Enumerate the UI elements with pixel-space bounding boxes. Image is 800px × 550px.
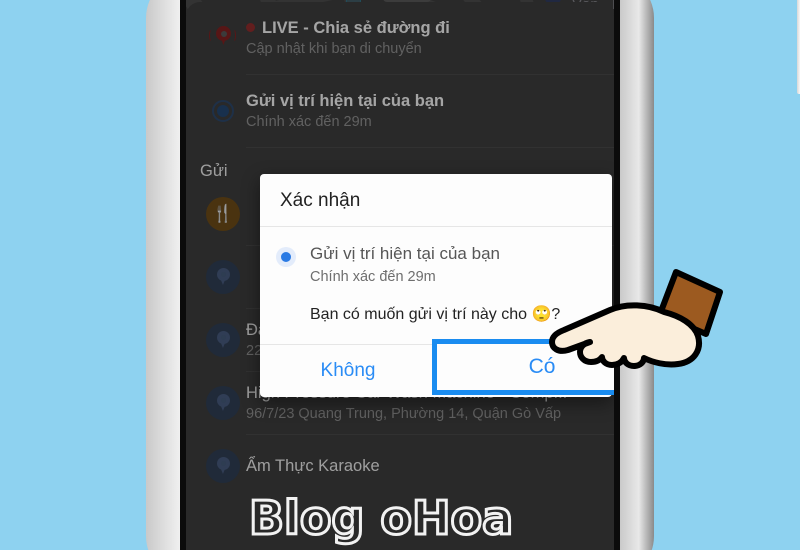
- dialog-title: Xác nhận: [280, 190, 361, 211]
- place-pin-icon: [200, 323, 246, 357]
- place-pin-icon: [200, 449, 246, 483]
- sheet-row-current-title: Gửi vị trí hiện tại của bạn: [246, 91, 445, 110]
- list-item-subtitle: 96/7/23 Quang Trung, Phường 14, Quận Gò …: [246, 405, 562, 422]
- dialog-question-prefix: Bạn có muốn gửi vị trí này cho: [310, 306, 532, 323]
- sheet-row-live-subtitle: Cập nhật khi bạn di chuyển: [246, 40, 422, 57]
- sheet-row-live-share[interactable]: LIVE - Chia sẻ đường đi Cập nhật khi bạn…: [186, 2, 614, 74]
- place-pin-icon: [200, 260, 246, 294]
- no-button[interactable]: Không: [260, 345, 436, 397]
- restaurant-icon: 🍴: [200, 197, 246, 231]
- sheet-row-current-location[interactable]: Gửi vị trí hiện tại của bạn Chính xác đế…: [186, 75, 614, 147]
- radio-selected-icon[interactable]: [276, 247, 296, 267]
- live-location-pin-icon: [200, 23, 246, 53]
- place-pin-icon: [200, 386, 246, 420]
- live-dot-icon: [246, 22, 255, 32]
- radio-selected-icon[interactable]: [200, 100, 246, 122]
- pointing-hand-cursor: [549, 269, 723, 369]
- sheet-row-current-subtitle: Chính xác đến 29m: [246, 113, 372, 130]
- sheet-row-live-title: LIVE - Chia sẻ đường đi: [246, 18, 600, 39]
- screenshot-stage: Đường số 46 300 Vietcombank Vấp - P...: [0, 0, 800, 550]
- dialog-option-title: Gửi vị trí hiện tại của bạn: [310, 244, 500, 263]
- dialog-option-subtitle: Chính xác đến 29m: [310, 269, 436, 285]
- list-item[interactable]: Ẩm Thực Karaoke: [186, 435, 614, 497]
- list-item-title: Ẩm Thực Karaoke: [246, 456, 380, 475]
